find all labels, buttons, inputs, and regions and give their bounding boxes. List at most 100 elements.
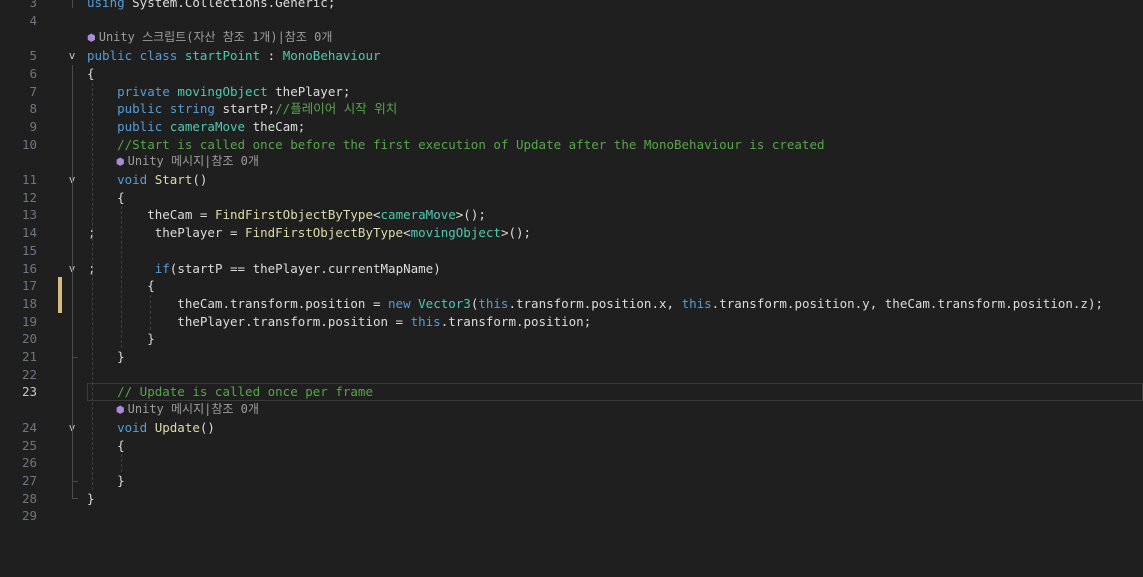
line-number: 26	[21, 455, 37, 471]
code-line[interactable]: 10 //Start is called once before the fir…	[0, 136, 1143, 154]
code-token: ()	[199, 419, 215, 435]
line-number: 18	[21, 295, 37, 311]
code-token: Unity 메시지|참조 0개	[127, 402, 259, 417]
code-token: private	[87, 83, 178, 99]
code-line[interactable]: 26	[0, 454, 1143, 472]
code-token: void	[87, 419, 155, 435]
code-text: void Update()	[87, 419, 215, 437]
code-text: //Start is called once before the first …	[87, 136, 824, 154]
code-line[interactable]: 21 }	[0, 348, 1143, 366]
code-token: <	[403, 225, 411, 241]
code-token: theCam.transform.position =	[87, 295, 389, 311]
code-token: movingObject	[177, 83, 268, 99]
line-number: 24	[21, 419, 37, 435]
code-text: void Start()	[87, 171, 207, 189]
code-token: :	[260, 48, 283, 64]
code-line[interactable]: 16v; if(startP == thePlayer.currentMapNa…	[0, 260, 1143, 278]
code-token: {	[87, 65, 95, 81]
code-token: MonoBehaviour	[282, 48, 381, 64]
code-text: public class startPoint : MonoBehaviour	[87, 47, 381, 65]
code-token: void	[87, 172, 155, 187]
code-line[interactable]: 29	[0, 507, 1143, 525]
line-number: 3	[29, 0, 37, 10]
codelens[interactable]: ⬢ Unity 메시지|참조 0개	[87, 401, 259, 420]
code-line[interactable]: 12 {	[0, 189, 1143, 207]
line-number: 14	[21, 225, 37, 241]
code-line[interactable]: 24v void Update()	[0, 419, 1143, 437]
code-line[interactable]: 14; thePlayer = FindFirstObjectByType<mo…	[0, 224, 1143, 242]
line-number: 22	[21, 366, 37, 382]
code-token: cameraMove	[380, 207, 456, 223]
code-token: .transform.position.y, theCam.transform.…	[711, 295, 1104, 311]
indent-guide	[92, 82, 93, 490]
line-number: 27	[21, 472, 37, 488]
code-text: theCam = FindFirstObjectByType<cameraMov…	[87, 206, 486, 224]
code-line[interactable]: 22	[0, 366, 1143, 384]
code-editor[interactable]: 3 using System.Collections.Generic; 4 ⬢ Unit…	[0, 0, 1143, 577]
current-line-highlight	[87, 383, 1143, 402]
codelens-row[interactable]: ⬢ Unity 메시지|참조 0개	[0, 153, 1143, 171]
code-line[interactable]: 25 {	[0, 437, 1143, 455]
code-token: }	[87, 490, 95, 506]
code-token: thePlayer =	[87, 225, 246, 241]
code-line[interactable]: 15	[0, 242, 1143, 260]
code-token: this	[681, 295, 712, 311]
codelens[interactable]: ⬢ Unity 스크립트(자산 참조 1개)|참조 0개	[87, 29, 332, 48]
line-number: 10	[21, 136, 37, 152]
code-line[interactable]: 13 theCam = FindFirstObjectByType<camera…	[0, 206, 1143, 224]
code-line[interactable]: 27 }	[0, 472, 1143, 490]
code-line[interactable]: 18 theCam.transform.position = new Vecto…	[0, 295, 1143, 313]
line-number: 8	[29, 101, 37, 117]
line-number: 12	[21, 189, 37, 205]
indent-guide	[121, 206, 122, 348]
line-number: 13	[21, 207, 37, 223]
code-line[interactable]: 11v void Start()	[0, 171, 1143, 189]
codelens-row[interactable]: ⬢ Unity 메시지|참조 0개	[0, 401, 1143, 419]
code-line[interactable]: 7 private movingObject thePlayer;	[0, 83, 1143, 101]
code-line[interactable]: 3 using System.Collections.Generic;	[0, 0, 1143, 12]
line-number: 19	[21, 313, 37, 329]
code-token: new	[388, 295, 419, 311]
code-line[interactable]: 17 {	[0, 277, 1143, 295]
fold-region-end	[72, 480, 78, 482]
codelens[interactable]: ⬢ Unity 메시지|참조 0개	[87, 153, 259, 172]
code-text: {	[87, 65, 95, 83]
code-token: startPoint	[184, 48, 261, 64]
code-line[interactable]: 4	[0, 12, 1143, 30]
code-line[interactable]: 5 v public class startPoint : MonoBehaviou…	[0, 47, 1143, 65]
line-number: 17	[21, 278, 37, 294]
code-token: using	[87, 0, 133, 10]
code-token: .transform.position;	[440, 313, 592, 329]
line-number: 9	[29, 118, 37, 134]
fold-region-end	[72, 356, 78, 358]
code-token: Unity 스크립트(자산 참조 1개)|참조 0개	[98, 30, 333, 45]
modified-line-marker	[58, 277, 62, 313]
code-token: (startP == thePlayer.currentMapName)	[169, 260, 441, 276]
code-token: FindFirstObjectByType	[214, 207, 373, 223]
unity-icon: ⬢	[87, 33, 96, 45]
code-token: startP;	[222, 101, 276, 117]
code-token: movingObject	[410, 225, 501, 241]
code-line[interactable]: 9 public cameraMove theCam;	[0, 118, 1143, 136]
code-token: thePlayer;	[267, 83, 351, 99]
indent-guide	[121, 454, 122, 472]
code-token: >();	[500, 225, 532, 241]
chevron-down-icon[interactable]: v	[66, 47, 78, 65]
code-token: if	[87, 260, 170, 276]
line-number: 11	[21, 172, 37, 187]
code-token: this	[478, 295, 509, 311]
code-line[interactable]: 19 thePlayer.transform.position = this.t…	[0, 313, 1143, 331]
code-token: cameraMove	[169, 118, 246, 134]
code-line[interactable]: 8 public string startP;//플레이어 시작 위치	[0, 100, 1143, 118]
code-token: public class	[87, 48, 185, 64]
code-token: public string	[87, 101, 223, 117]
codelens-row[interactable]: ⬢ Unity 스크립트(자산 참조 1개)|참조 0개	[0, 29, 1143, 47]
unity-icon: ⬢	[115, 157, 125, 169]
code-token: public	[87, 118, 170, 134]
line-number: 23	[21, 384, 37, 400]
code-token: Start	[154, 172, 193, 187]
code-line[interactable]: 20 }	[0, 330, 1143, 348]
code-line[interactable]: 28}	[0, 490, 1143, 508]
code-line[interactable]: 6{	[0, 65, 1143, 83]
code-text: private movingObject thePlayer;	[87, 83, 350, 101]
